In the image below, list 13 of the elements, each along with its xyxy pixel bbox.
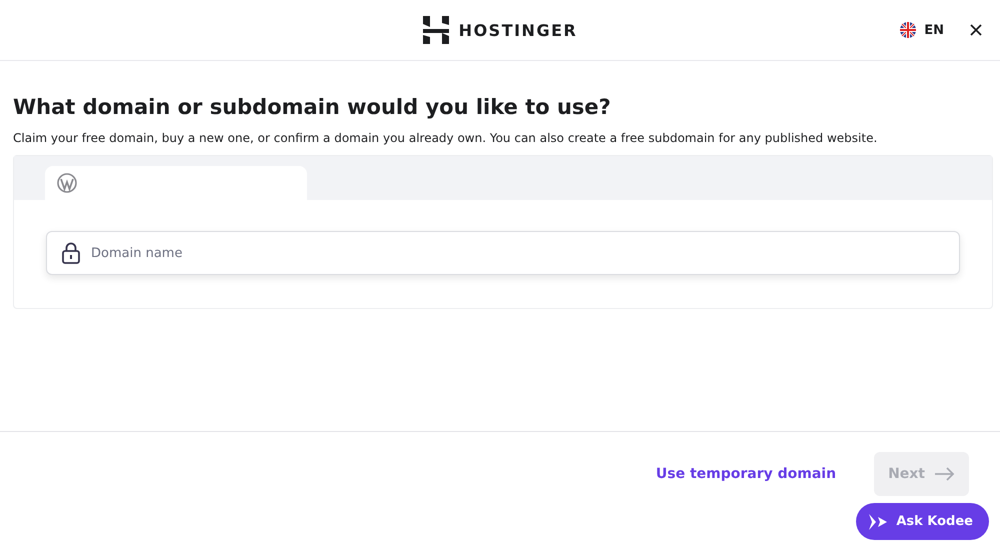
page-heading: What domain or subdomain would you like to use? — [13, 95, 612, 119]
language-selector[interactable]: EN — [900, 22, 944, 38]
flag-icon — [900, 22, 916, 38]
wordpress-icon — [57, 173, 77, 193]
logo-icon — [422, 16, 449, 44]
close-icon[interactable] — [970, 24, 982, 36]
domain-name-field[interactable]: Domain name — [46, 231, 960, 275]
ask-kodee-button[interactable]: Ask Kodee — [856, 503, 989, 540]
arrow-icon — [935, 467, 955, 481]
brand-name: HOSTINGER — [458, 20, 578, 40]
temporary-domain-link[interactable]: Use temporary domain — [656, 452, 836, 496]
description: Claim your free domain, buy a new one, or confirm a domain you already own. You can also create a free subdomain for any published website. — [13, 131, 878, 145]
lock-icon — [62, 242, 80, 264]
